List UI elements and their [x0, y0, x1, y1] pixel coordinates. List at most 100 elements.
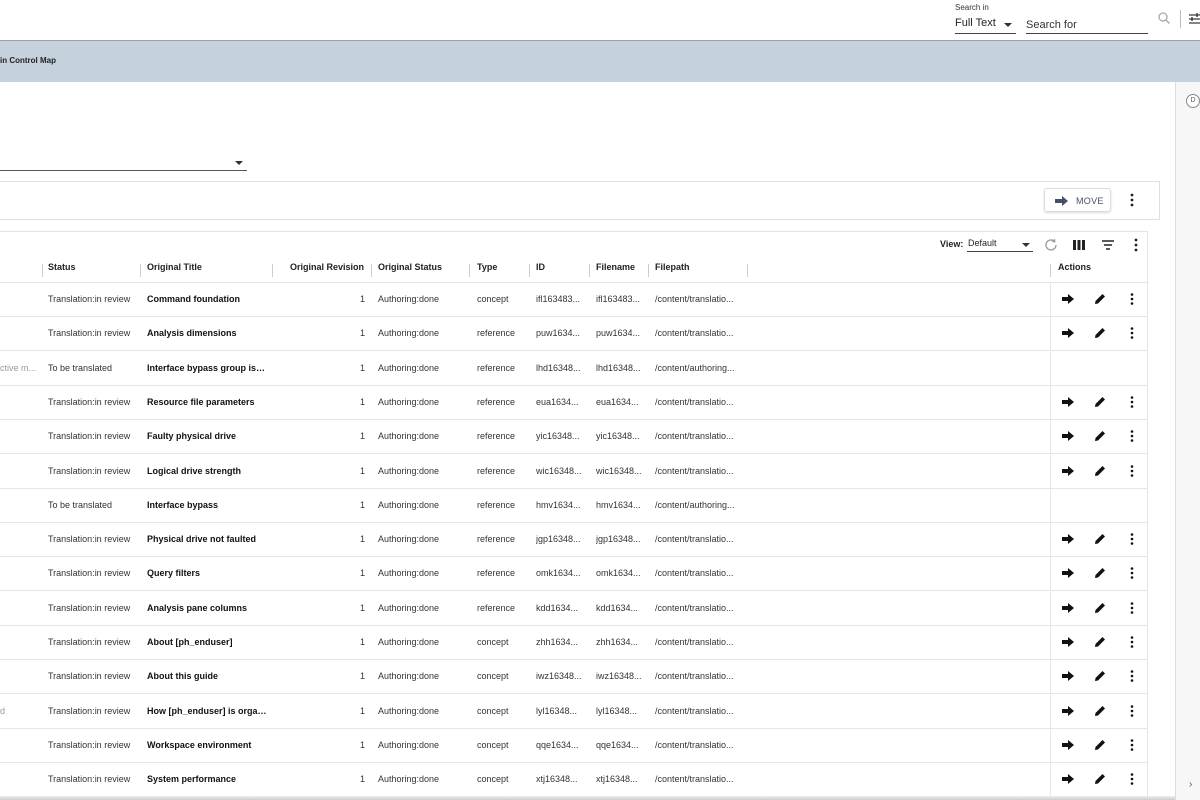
table-row[interactable]: Translation:in review Query filters 1 Autho…	[0, 557, 1148, 592]
cell-id: zhh1634...	[536, 637, 579, 647]
cell-original-revision: 1	[359, 431, 365, 442]
column-header-id[interactable]: ID	[536, 262, 545, 278]
cell-original-status: Authoring:done	[378, 431, 440, 442]
cell-filepath: /content/translatio...	[655, 705, 734, 716]
more-vert-icon[interactable]	[1125, 395, 1139, 409]
filter-icon[interactable]	[1100, 237, 1116, 253]
pencil-icon[interactable]	[1093, 532, 1107, 546]
caret-down-icon	[235, 161, 243, 165]
pencil-icon[interactable]	[1093, 601, 1107, 615]
table-row[interactable]: Translation:in review About [ph_enduser] 1…	[0, 626, 1148, 660]
pencil-icon[interactable]	[1093, 772, 1107, 786]
arrow-right-icon[interactable]	[1061, 738, 1075, 752]
table-row[interactable]: Translation:in review Command foundation 1…	[0, 283, 1148, 317]
sliders-icon[interactable]	[1188, 12, 1200, 26]
column-header-filepath[interactable]: Filepath	[655, 262, 690, 278]
table-row[interactable]: ctive m... To be translated Interface bypa…	[0, 351, 1148, 386]
pencil-icon[interactable]	[1093, 566, 1107, 580]
more-vert-icon[interactable]	[1126, 192, 1138, 208]
more-vert-icon[interactable]	[1125, 772, 1139, 786]
more-vert-icon[interactable]	[1125, 704, 1139, 718]
pencil-icon[interactable]	[1093, 464, 1107, 478]
arrow-right-icon[interactable]	[1061, 601, 1075, 615]
cell-id: puw1634...	[536, 328, 581, 339]
more-vert-icon[interactable]	[1128, 237, 1144, 253]
refresh-icon[interactable]	[1043, 237, 1059, 253]
more-vert-icon[interactable]	[1125, 566, 1139, 580]
cell-type: reference	[477, 602, 516, 613]
cell-status: Translation:in review	[48, 637, 131, 647]
arrow-right-icon[interactable]	[1061, 669, 1075, 683]
breadcrumb[interactable]: in Control Map	[0, 56, 56, 65]
column-header-type[interactable]: Type	[477, 262, 497, 278]
columns-icon[interactable]	[1071, 237, 1087, 253]
more-vert-icon[interactable]	[1125, 601, 1139, 615]
view-select[interactable]: Default	[967, 236, 1033, 252]
cell-filepath: /content/authoring...	[655, 499, 735, 510]
pencil-icon[interactable]	[1093, 326, 1107, 340]
main-dropdown[interactable]	[0, 154, 247, 171]
more-vert-icon[interactable]	[1125, 669, 1139, 683]
column-header-original-revision[interactable]: Original Revision	[290, 262, 364, 278]
table-row[interactable]: Translation:in review Physical drive not …	[0, 523, 1148, 558]
search-scope-select[interactable]: Full Text	[955, 15, 1016, 34]
table-row[interactable]: Translation:in review Faulty physical dri…	[0, 420, 1148, 455]
pencil-icon[interactable]	[1093, 635, 1107, 649]
more-vert-icon[interactable]	[1125, 635, 1139, 649]
arrow-right-icon[interactable]	[1061, 532, 1075, 546]
cell-id: qqe1634...	[536, 739, 579, 750]
arrow-right-icon[interactable]	[1061, 704, 1075, 718]
arrow-right-icon[interactable]	[1061, 772, 1075, 786]
cell-filename: zhh1634...	[596, 637, 639, 647]
column-header-original-title[interactable]: Original Title	[147, 262, 202, 278]
arrow-right-icon[interactable]	[1061, 395, 1075, 409]
search-icon[interactable]	[1157, 11, 1171, 25]
pencil-icon[interactable]	[1093, 669, 1107, 683]
arrow-right-icon[interactable]	[1061, 566, 1075, 580]
chevron-right-icon[interactable]: ›	[1189, 779, 1192, 790]
table-row[interactable]: Translation:in review Resource file param…	[0, 385, 1148, 420]
cell-id: eua1634...	[536, 396, 579, 407]
table-row[interactable]: Translation:in review System performance 1…	[0, 763, 1148, 798]
table-row[interactable]: To be translated Interface bypass 1 Authori…	[0, 488, 1148, 523]
pencil-icon[interactable]	[1093, 429, 1107, 443]
cell-original-title: About [ph_enduser]	[147, 637, 233, 647]
cell-original-status: Authoring:done	[378, 637, 440, 647]
column-header-filename[interactable]: Filename	[596, 262, 635, 278]
more-vert-icon[interactable]	[1125, 429, 1139, 443]
table-row[interactable]: Translation:in review Analysis pane colum…	[0, 591, 1148, 626]
pencil-icon[interactable]	[1093, 292, 1107, 306]
pencil-icon[interactable]	[1093, 738, 1107, 752]
toolbar-divider	[1180, 10, 1181, 28]
column-header-original-status[interactable]: Original Status	[378, 262, 442, 278]
table-row[interactable]: Translation:in review Analysis dimensions…	[0, 317, 1148, 352]
arrow-right-icon[interactable]	[1061, 292, 1075, 306]
cell-original-revision: 1	[359, 362, 365, 373]
table-row[interactable]: Translation:in review Logical drive stren…	[0, 454, 1148, 489]
table-row[interactable]: d Translation:in review How [ph_enduser] i…	[0, 694, 1148, 729]
cell-original-revision: 1	[359, 671, 365, 682]
cell-original-title: System performance	[147, 774, 237, 785]
panel-toggle-icon[interactable]: D	[1186, 94, 1200, 108]
cell-status: Translation:in review	[48, 739, 131, 750]
cell-original-revision: 1	[359, 499, 365, 510]
search-input[interactable]	[1026, 15, 1148, 34]
pencil-icon[interactable]	[1093, 704, 1107, 718]
column-separator	[371, 264, 372, 277]
more-vert-icon[interactable]	[1125, 292, 1139, 306]
column-header-status[interactable]: Status	[48, 262, 76, 278]
table-row[interactable]: Translation:in review Workspace environme…	[0, 728, 1148, 763]
more-vert-icon[interactable]	[1125, 326, 1139, 340]
arrow-right-icon[interactable]	[1061, 429, 1075, 443]
pencil-icon[interactable]	[1093, 395, 1107, 409]
action-bar	[0, 181, 1160, 220]
more-vert-icon[interactable]	[1125, 532, 1139, 546]
arrow-right-icon[interactable]	[1061, 635, 1075, 649]
arrow-right-icon[interactable]	[1061, 326, 1075, 340]
arrow-right-icon[interactable]	[1061, 464, 1075, 478]
move-button[interactable]: MOVE	[1044, 188, 1111, 212]
more-vert-icon[interactable]	[1125, 464, 1139, 478]
cell-type: concept	[477, 637, 509, 647]
more-vert-icon[interactable]	[1125, 738, 1139, 752]
table-row[interactable]: Translation:in review About this guide 1 Au…	[0, 660, 1148, 695]
